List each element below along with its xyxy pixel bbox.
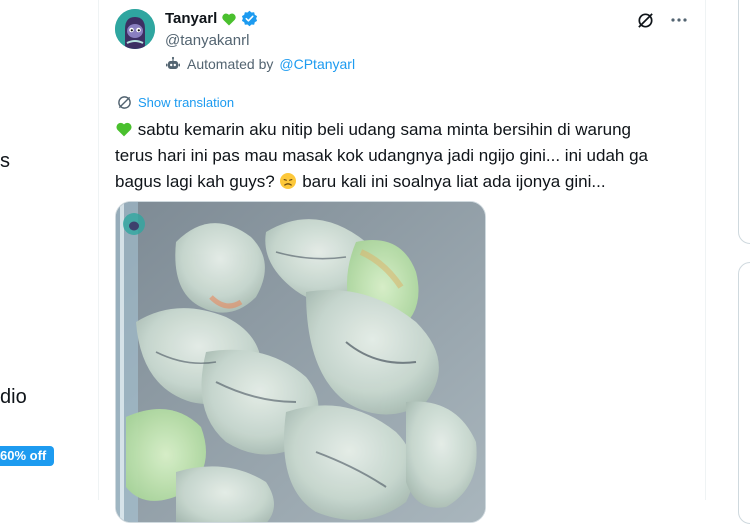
handle[interactable]: @tanyakanrl <box>165 32 249 49</box>
grok-icon[interactable] <box>635 10 655 30</box>
shrimp-photo <box>116 202 485 522</box>
tweet-text-line: bagus lagi kah guys? <box>115 172 275 191</box>
tweet-text-line: terus hari ini pas mau masak kok udangny… <box>115 146 648 165</box>
left-navigation: s dio 60% off <box>0 0 96 500</box>
nav-item-fragment-studio[interactable]: dio <box>0 386 27 409</box>
sidebar-card <box>738 262 750 524</box>
premium-discount-badge[interactable]: 60% off <box>0 446 55 466</box>
author-name-row[interactable]: Tanyarl <box>165 10 258 27</box>
column-divider <box>705 0 706 500</box>
heart-icon <box>222 13 236 25</box>
tweet-text: sabtu kemarin aku nitip beli udang sama … <box>115 117 685 195</box>
display-name[interactable]: Tanyarl <box>165 10 217 27</box>
show-translation-label[interactable]: Show translation <box>138 95 234 110</box>
verified-badge-icon <box>242 10 258 27</box>
tweet: Tanyarl @tanyakanrl Automated by @CPtany… <box>99 0 705 523</box>
show-translation-button[interactable]: Show translation <box>117 95 234 110</box>
tweet-top-actions <box>635 10 689 30</box>
tweet-text-line: baru kali ini soalnya liat ada ijonya gi… <box>302 172 606 191</box>
tweet-image[interactable] <box>115 201 486 523</box>
tweet-text-line: sabtu kemarin aku nitip beli udang sama … <box>137 120 632 139</box>
sidebar-card <box>738 0 750 244</box>
more-icon[interactable] <box>669 10 689 30</box>
automated-label: Automated by @CPtanyarl <box>165 56 355 72</box>
sad-face-emoji <box>280 173 297 189</box>
heart-icon <box>116 122 132 137</box>
avatar[interactable] <box>115 9 155 49</box>
translate-icon <box>118 96 131 109</box>
automated-prefix: Automated by <box>187 56 274 72</box>
automated-by-link[interactable]: @CPtanyarl <box>279 56 355 72</box>
nav-item-fragment[interactable]: s <box>0 150 10 173</box>
robot-icon <box>166 56 180 69</box>
